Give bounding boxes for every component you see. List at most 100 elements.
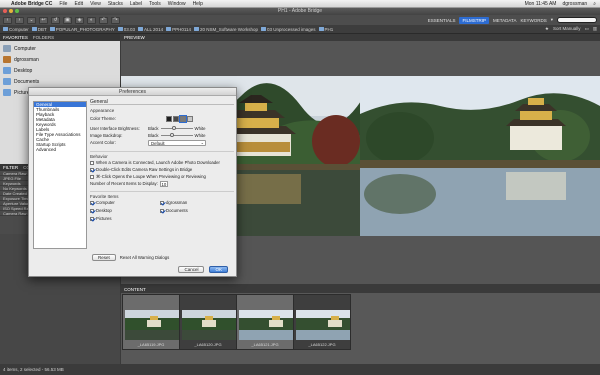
star-filter-icon[interactable]: ★ bbox=[545, 26, 549, 32]
clock[interactable]: Mon 11:45 AM bbox=[525, 1, 557, 7]
thumbnail-item[interactable]: _LA65119.JPG bbox=[122, 294, 180, 350]
minimize-window-icon[interactable] bbox=[9, 9, 13, 13]
workspace-metadata[interactable]: METADATA bbox=[493, 18, 517, 23]
fav-pictures-checkbox[interactable] bbox=[90, 216, 94, 221]
crumb-ph1[interactable]: PH1 bbox=[318, 27, 333, 32]
crumb-computer[interactable]: Computer bbox=[3, 27, 29, 32]
crumb-unprocessed[interactable]: 03 Unprocessed images bbox=[260, 27, 316, 32]
slider-knob[interactable] bbox=[170, 133, 175, 137]
menu-window[interactable]: Window bbox=[168, 1, 186, 7]
ok-button[interactable]: OK bbox=[209, 266, 228, 273]
return-icon[interactable]: ↩ bbox=[39, 16, 48, 24]
menu-view[interactable]: View bbox=[90, 1, 101, 7]
thumbnail-item[interactable]: _LA65121.JPG bbox=[236, 294, 294, 350]
fav-documents-checkbox[interactable] bbox=[160, 208, 164, 213]
launch-downloader-checkbox[interactable] bbox=[90, 160, 94, 165]
toolbar: ‹ › ⌄ ↩ ↺ ▣ ◈ ◐ ↶ ↷ ESSENTIALS FILMSTRIP… bbox=[0, 15, 600, 25]
rotate-left-icon[interactable]: ↶ bbox=[99, 16, 108, 24]
theme-swatch-light[interactable] bbox=[187, 115, 193, 122]
open-camera-raw-icon[interactable]: ◐ bbox=[87, 16, 96, 24]
user-menu[interactable]: dgrossman bbox=[562, 1, 587, 7]
app-menu[interactable]: Adobe Bridge CC bbox=[11, 1, 52, 7]
theme-swatch-medium[interactable] bbox=[179, 114, 187, 123]
forward-icon[interactable]: › bbox=[15, 16, 24, 24]
sort-dropdown[interactable]: Sort Manually bbox=[553, 26, 581, 32]
favorite-dgrossman[interactable]: dgrossman bbox=[0, 54, 120, 65]
slider-knob[interactable] bbox=[171, 126, 176, 130]
dialog-title: Preferences bbox=[29, 88, 236, 96]
menu-label[interactable]: Label bbox=[130, 1, 142, 7]
workspace-essentials[interactable]: ESSENTIALS bbox=[428, 18, 456, 23]
fav-dgrossman-checkbox[interactable] bbox=[160, 200, 164, 205]
crumb-nsm-workshop[interactable]: 20 NSM_Software Workshop bbox=[194, 27, 258, 32]
reset-warnings-label: Reset All Warning Dialogs bbox=[119, 255, 170, 260]
crumb-dbt[interactable]: DBT bbox=[31, 27, 47, 32]
tab-filter[interactable]: FILTER bbox=[3, 165, 18, 170]
search-input[interactable] bbox=[557, 17, 597, 23]
thumbnail-item[interactable]: _LA65122.JPG bbox=[293, 294, 351, 350]
crumb-0303[interactable]: 03.03 bbox=[117, 27, 135, 32]
pane-title: General bbox=[90, 99, 234, 105]
reset-warnings-button[interactable]: Reset bbox=[92, 254, 116, 261]
double-click-camera-raw-checkbox[interactable] bbox=[90, 167, 94, 172]
category-advanced[interactable]: Advanced bbox=[34, 147, 86, 152]
menu-stacks[interactable]: Stacks bbox=[108, 1, 123, 7]
fav-dgrossman-label: dgrossman bbox=[166, 200, 188, 205]
fav-computer-label: Computer bbox=[96, 200, 115, 205]
window-title: PH1 - Adobe Bridge bbox=[277, 8, 323, 14]
cancel-button[interactable]: Cancel bbox=[178, 266, 205, 273]
boomerang-icon[interactable]: ↺ bbox=[51, 16, 60, 24]
new-folder-icon[interactable]: ▭ bbox=[584, 26, 588, 32]
black-label: Black bbox=[148, 126, 159, 131]
theme-swatch-dark[interactable] bbox=[173, 115, 179, 122]
accent-color-select[interactable]: Default bbox=[148, 139, 206, 146]
camera-icon[interactable]: ▣ bbox=[63, 16, 72, 24]
crumb-pph0114[interactable]: PPH0114 bbox=[166, 27, 191, 32]
fav-computer-checkbox[interactable] bbox=[90, 200, 94, 205]
fav-documents-label: Documents bbox=[166, 208, 188, 213]
tab-favorites[interactable]: FAVORITES bbox=[3, 35, 28, 40]
double-click-camera-raw-label: Double-Click Edits Camera Raw Settings i… bbox=[96, 167, 193, 172]
folder-icon bbox=[194, 27, 200, 31]
folder-icon bbox=[49, 27, 55, 31]
menu-file[interactable]: File bbox=[59, 1, 67, 7]
fav-desktop-checkbox[interactable] bbox=[90, 208, 94, 213]
color-theme-label: Color Theme: bbox=[90, 116, 116, 121]
recent-items-input[interactable]: 10 bbox=[159, 180, 168, 187]
favorite-computer[interactable]: Computer bbox=[0, 43, 120, 54]
menu-tools[interactable]: Tools bbox=[149, 1, 161, 7]
ui-brightness-slider[interactable] bbox=[160, 126, 193, 130]
zoom-window-icon[interactable] bbox=[15, 9, 19, 13]
thumbnail-image bbox=[239, 310, 293, 340]
recent-icon[interactable]: ⌄ bbox=[27, 16, 36, 24]
menu-edit[interactable]: Edit bbox=[74, 1, 83, 7]
menu-bar: Adobe Bridge CC File Edit View Stacks La… bbox=[0, 0, 600, 8]
close-window-icon[interactable] bbox=[3, 9, 7, 13]
crumb-popular-photography[interactable]: POPULAR_PHOTOGRAPHY bbox=[49, 27, 115, 32]
preview-image-right[interactable] bbox=[360, 76, 600, 236]
computer-icon bbox=[3, 45, 11, 52]
workspace-filmstrip[interactable]: FILMSTRIP bbox=[459, 16, 489, 24]
cmd-click-loupe-checkbox[interactable] bbox=[90, 174, 94, 179]
theme-swatch-darkest[interactable] bbox=[166, 115, 172, 122]
folder-icon bbox=[260, 27, 266, 31]
refine-icon[interactable]: ◈ bbox=[75, 16, 84, 24]
tab-preview[interactable]: PREVIEW bbox=[124, 35, 145, 40]
thumbnail-image bbox=[296, 310, 350, 340]
tab-folders[interactable]: FOLDERS bbox=[33, 35, 54, 40]
menu-help[interactable]: Help bbox=[193, 1, 203, 7]
status-text: 4 items, 2 selected - 56.53 MB bbox=[3, 367, 64, 372]
folder-icon bbox=[137, 27, 143, 31]
image-backdrop-slider[interactable] bbox=[160, 133, 193, 137]
spotlight-icon[interactable]: ⌕ bbox=[593, 1, 596, 7]
favorite-desktop[interactable]: Desktop bbox=[0, 65, 120, 76]
workspace-keywords[interactable]: KEYWORDS bbox=[520, 18, 546, 23]
back-icon[interactable]: ‹ bbox=[3, 16, 12, 24]
tab-content[interactable]: CONTENT bbox=[124, 287, 146, 292]
workspace-menu-icon[interactable]: ▾ bbox=[551, 17, 553, 23]
favorite-documents[interactable]: Documents bbox=[0, 76, 120, 87]
thumbnail-item[interactable]: _LA65120.JPG bbox=[179, 294, 237, 350]
crumb-all-2014[interactable]: ALL 2014 bbox=[137, 27, 163, 32]
delete-icon[interactable]: ▥ bbox=[593, 26, 597, 32]
rotate-right-icon[interactable]: ↷ bbox=[111, 16, 120, 24]
